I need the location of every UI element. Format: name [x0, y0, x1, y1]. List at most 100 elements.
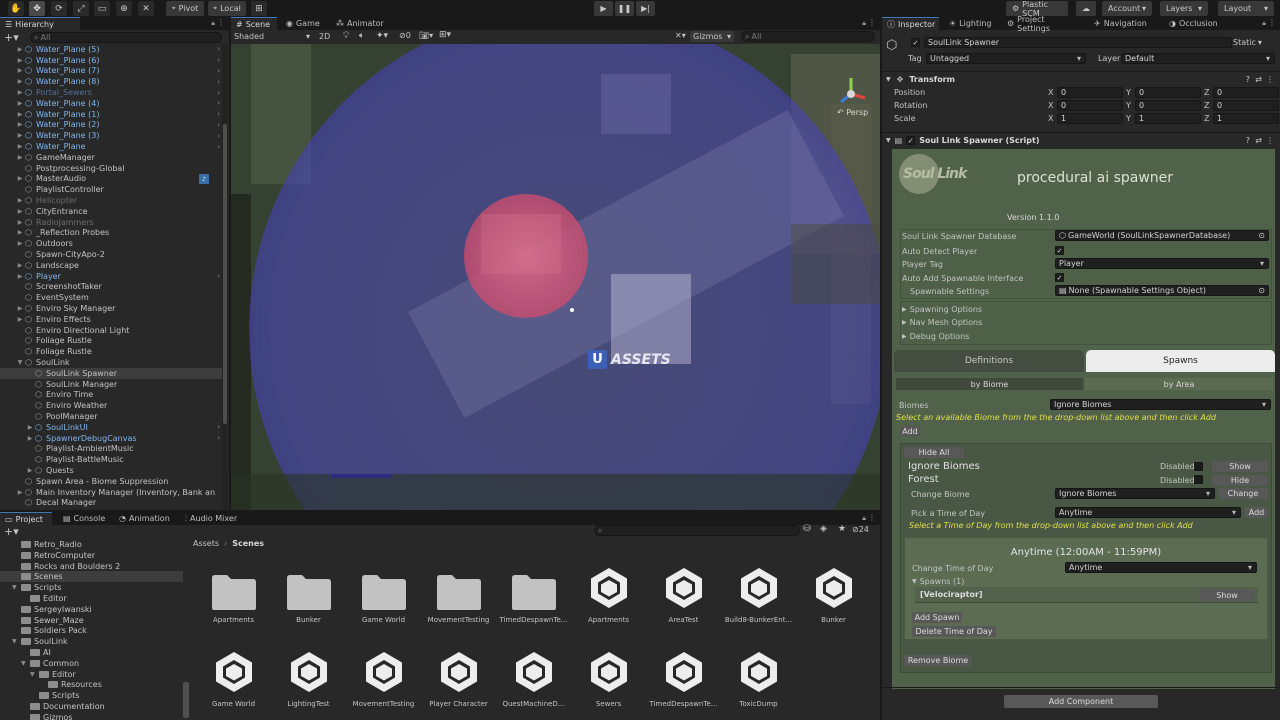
expand-arrow-icon[interactable]: ▶ [16, 262, 24, 269]
add-biome-button[interactable]: Add [900, 426, 920, 437]
camera-icon[interactable]: 📷︎▾ [419, 31, 433, 40]
transform-field-z[interactable]: 0 [1213, 100, 1279, 111]
rect-tool-icon[interactable]: ▭ [94, 1, 110, 16]
asset-scene[interactable]: QuestMachineD... [496, 636, 571, 714]
expand-arrow-icon[interactable]: ▶ [16, 208, 24, 215]
foldout-item[interactable]: ▶ Spawning Options [902, 305, 982, 314]
object-name-input[interactable]: SoulLink Spawner [924, 37, 1232, 48]
gizmos-dropdown[interactable]: Gizmos ▾ [690, 31, 734, 42]
folder-tree-scrollbar[interactable] [183, 682, 189, 718]
expand-arrow-icon[interactable]: ▶ [16, 229, 24, 236]
expand-arrow-icon[interactable]: ▶ [16, 305, 24, 312]
disabled-checkbox-2[interactable] [1194, 475, 1203, 484]
hierarchy-item[interactable]: ▶ ⬡ Water_Plane (5) › [0, 44, 222, 55]
transform-header[interactable]: ▼ ✥ Transform ? ⇄ ⋮ [886, 73, 1280, 86]
local-toggle[interactable]: ⌖ Local [208, 1, 246, 16]
auto-add-checkbox[interactable]: ✓ [1055, 273, 1064, 282]
hierarchy-item[interactable]: ▶ ⬡ SpawnerDebugCanvas › [0, 433, 222, 444]
hierarchy-item[interactable]: ▶ ⬡ RadioJammers [0, 217, 222, 228]
transform-field-y[interactable]: 0 [1135, 100, 1201, 111]
asset-scene[interactable]: AreaTest [646, 552, 721, 630]
open-prefab-icon[interactable]: › [217, 121, 220, 129]
hierarchy-item[interactable]: ⬡ Enviro Time [0, 390, 222, 401]
folder-item[interactable]: SergeyIwanski [0, 604, 183, 615]
open-prefab-icon[interactable]: › [217, 67, 220, 75]
hierarchy-item[interactable]: ⬡ SoulLink Spawner [0, 368, 222, 379]
biomes-dropdown[interactable]: Ignore Biomes [1050, 399, 1271, 410]
transform-field-x[interactable]: 1 [1057, 113, 1123, 124]
hierarchy-item[interactable]: ▶ ⬡ Water_Plane (4) › [0, 98, 222, 109]
player-tag-dropdown[interactable]: Player [1055, 258, 1269, 269]
tag-dropdown[interactable]: Untagged [926, 53, 1086, 64]
hierarchy-item[interactable]: ⬡ Foliage Rustle [0, 336, 222, 347]
expand-arrow-icon[interactable]: ▶ [16, 57, 24, 64]
hierarchy-item[interactable]: ⬡ Spawn Area - Biome Suppression [0, 476, 222, 487]
filter-type-icon[interactable]: ⛁ [803, 524, 811, 534]
asset-scene[interactable]: Player Character [421, 636, 496, 714]
asset-scene[interactable]: Game World [196, 636, 271, 714]
open-prefab-icon[interactable]: › [217, 434, 220, 442]
transform-field-y[interactable]: 0 [1135, 87, 1201, 98]
lock-icon[interactable]: 🔒︎ [862, 514, 866, 523]
foldout-item[interactable]: ▶ Debug Options [902, 332, 969, 341]
lock-icon[interactable]: 🔒︎ [211, 19, 215, 28]
transform-field-z[interactable]: 0 [1213, 87, 1279, 98]
spawnable-settings-field[interactable]: ▤ None (Spawnable Settings Object) ⊙ [1055, 285, 1269, 296]
folder-item[interactable]: Rocks and Boulders 2 [0, 561, 183, 572]
hierarchy-item[interactable]: ▶ ⬡ Outdoors [0, 238, 222, 249]
expand-arrow-icon[interactable]: ▼ [12, 638, 21, 645]
subtab-by-area[interactable]: by Area [1085, 378, 1273, 390]
breadcrumb-scenes[interactable]: Scenes [232, 539, 264, 548]
folder-item[interactable]: Scripts [0, 690, 183, 701]
expand-arrow-icon[interactable]: ▶ [16, 240, 24, 247]
open-prefab-icon[interactable]: › [217, 89, 220, 97]
expand-arrow-icon[interactable]: ▼ [16, 359, 24, 366]
persp-label[interactable]: ↶ Persp [837, 108, 868, 117]
open-prefab-icon[interactable]: › [217, 272, 220, 280]
pivot-toggle[interactable]: ⌖ Pivot [166, 1, 204, 16]
tab-animation[interactable]: ◔ Animation [114, 512, 172, 525]
asset-scene[interactable]: Sewers [571, 636, 646, 714]
menu-icon[interactable]: ⋮ [868, 18, 876, 27]
hierarchy-item[interactable]: ⬡ PlaylistController [0, 184, 222, 195]
folder-item[interactable]: Gizmos [0, 712, 183, 720]
expand-arrow-icon[interactable]: ▶ [16, 175, 24, 182]
tab-inspector[interactable]: ⓘ Inspector [882, 17, 939, 30]
hierarchy-item[interactable]: ▶ ⬡ _Reflection Probes [0, 228, 222, 239]
folder-item[interactable]: Scenes [0, 571, 183, 583]
expand-arrow-icon[interactable]: ▶ [16, 489, 24, 496]
add-component-button[interactable]: Add Component [1004, 695, 1158, 708]
asset-scene[interactable]: MovementTesting [346, 636, 421, 714]
spawns-foldout[interactable]: ▼ Spawns (1) [912, 577, 964, 586]
asset-scene[interactable]: ToxicDump [721, 636, 796, 714]
hierarchy-search-input[interactable]: ⌕ All [30, 32, 222, 43]
active-checkbox[interactable]: ✓ [911, 38, 920, 47]
hierarchy-item[interactable]: ▶ ⬡ Portal_Sewers › [0, 87, 222, 98]
folder-item[interactable]: ▼ Editor [0, 669, 183, 680]
grid-snap-icon[interactable]: ⊞ [251, 1, 267, 16]
hierarchy-item[interactable]: ▶ ⬡ Quests [0, 465, 222, 476]
hide-biome-button[interactable]: Hide [1212, 475, 1268, 486]
expand-arrow-icon[interactable]: ▶ [26, 435, 34, 442]
hierarchy-item[interactable]: ⬡ ScreenshotTaker [0, 282, 222, 293]
expand-arrow-icon[interactable]: ▶ [16, 316, 24, 323]
hidden-packages-icon[interactable]: ⊘24 [852, 525, 869, 534]
scene-search-input[interactable]: ⌕ All [741, 31, 875, 42]
account-dropdown[interactable]: Account ▾ [1102, 1, 1152, 16]
tools-icon[interactable]: ✕▾ [675, 31, 686, 40]
hierarchy-item[interactable]: ⬡ Decal Manager [0, 498, 222, 509]
show-spawn-button[interactable]: Show [1200, 590, 1254, 601]
asset-scene[interactable]: Apartments [571, 552, 646, 630]
tab-audio-mixer[interactable]: ⫶ Audio Mixer [180, 512, 244, 525]
hide-all-button[interactable]: Hide All [904, 447, 964, 458]
open-prefab-icon[interactable]: › [217, 78, 220, 86]
hierarchy-item[interactable]: ⬡ Playlist-BattleMusic [0, 454, 222, 465]
scene-viewport[interactable]: ↶ Persp U ASSETS [231, 44, 880, 510]
step-button[interactable]: ▶| [636, 1, 655, 16]
folder-item[interactable]: Resources [0, 679, 183, 690]
breadcrumb-assets[interactable]: Assets [193, 539, 219, 548]
tab-spawns[interactable]: Spawns [1086, 350, 1275, 372]
hierarchy-item[interactable]: ▶ ⬡ Water_Plane (3) › [0, 130, 222, 141]
delete-time-button[interactable]: Delete Time of Day [912, 626, 996, 637]
open-prefab-icon[interactable]: › [217, 143, 220, 151]
